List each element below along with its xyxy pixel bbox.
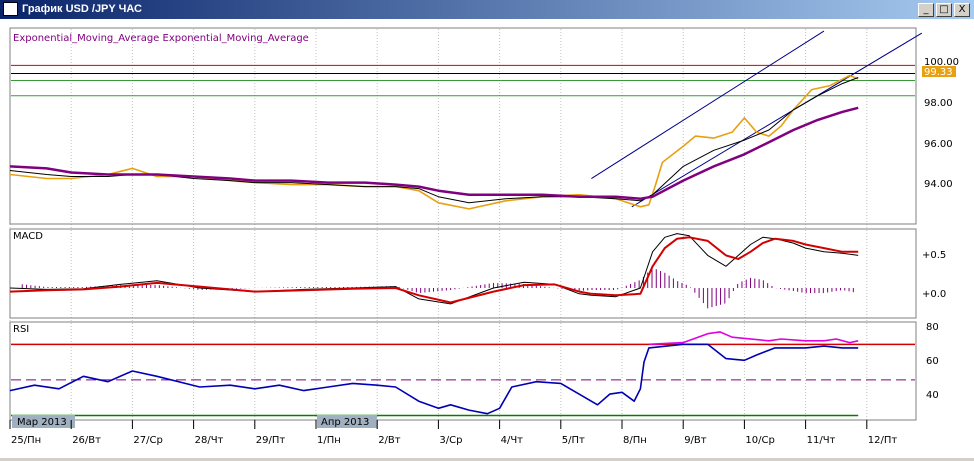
macd-legend: MACD <box>13 231 43 242</box>
price-plot <box>9 30 923 210</box>
x-axis-label: 11/Чт <box>807 435 836 446</box>
macd-tick-label: +0.5 <box>922 250 946 261</box>
rsi-panel-frame <box>9 321 917 421</box>
window-title-bar[interactable]: График USD /JPY ЧАС _ □ X <box>0 0 974 19</box>
x-axis-label: 26/Вт <box>72 435 101 446</box>
macd-panel-frame <box>9 228 917 319</box>
x-axis: 25/Пн 26/Вт 27/Ср 28/Чт 29/Пт 1/Пн 2/Вт 3/Ср 4/Ч… <box>9 420 898 446</box>
minimize-button[interactable]: _ <box>918 3 934 17</box>
chart-canvas[interactable]: Exponential_Moving_Average Exponential_M… <box>0 19 974 458</box>
restore-button[interactable]: □ <box>936 3 952 17</box>
x-axis-label: 1/Пн <box>317 435 341 446</box>
price-tick-label: 94.00 <box>924 179 953 190</box>
period-marker-label: Апр 2013 <box>321 417 369 428</box>
period-marker-label: Мар 2013 <box>17 417 67 428</box>
window-title: График USD /JPY ЧАС <box>22 3 142 15</box>
trend-channel-line <box>591 30 825 179</box>
macd-tick-label: +0.0 <box>922 289 946 300</box>
rsi-tick-label: 40 <box>926 390 939 401</box>
series-line <box>9 343 859 415</box>
x-axis-label: 27/Ср <box>133 435 162 446</box>
series-line <box>9 236 859 304</box>
x-axis-label: 10/Ср <box>745 435 774 446</box>
series-line <box>9 106 859 200</box>
chart-window-client: Exponential_Moving_Average Exponential_M… <box>0 19 974 458</box>
chart-app-icon <box>3 2 18 16</box>
x-axis-label: 9/Вт <box>684 435 707 446</box>
rsi-plot <box>9 331 915 417</box>
macd-plot <box>9 233 859 309</box>
x-axis-label: 12/Пт <box>868 435 898 446</box>
x-axis-label: 4/Чт <box>501 435 524 446</box>
close-button[interactable]: X <box>954 3 970 17</box>
x-axis-label: 8/Пн <box>623 435 647 446</box>
trend-channel-line <box>631 32 923 208</box>
x-axis-label: 28/Чт <box>195 435 224 446</box>
price-tick-label: 98.00 <box>924 98 953 109</box>
series-line <box>648 331 859 346</box>
x-axis-label: 3/Ср <box>439 435 462 446</box>
rsi-legend: RSI <box>13 324 29 335</box>
price-legend: Exponential_Moving_Average Exponential_M… <box>13 33 309 44</box>
x-axis-label: 5/Пт <box>562 435 585 446</box>
series-line <box>9 77 859 204</box>
rsi-tick-label: 60 <box>926 356 939 367</box>
price-tick-label: 96.00 <box>924 139 953 150</box>
x-axis-label: 25/Пн <box>11 435 41 446</box>
rsi-tick-label: 80 <box>926 322 939 333</box>
series-line <box>9 233 859 305</box>
current-price-label: 99.33 <box>924 67 953 78</box>
x-axis-label: 29/Пт <box>256 435 286 446</box>
x-axis-label: 2/Вт <box>378 435 401 446</box>
